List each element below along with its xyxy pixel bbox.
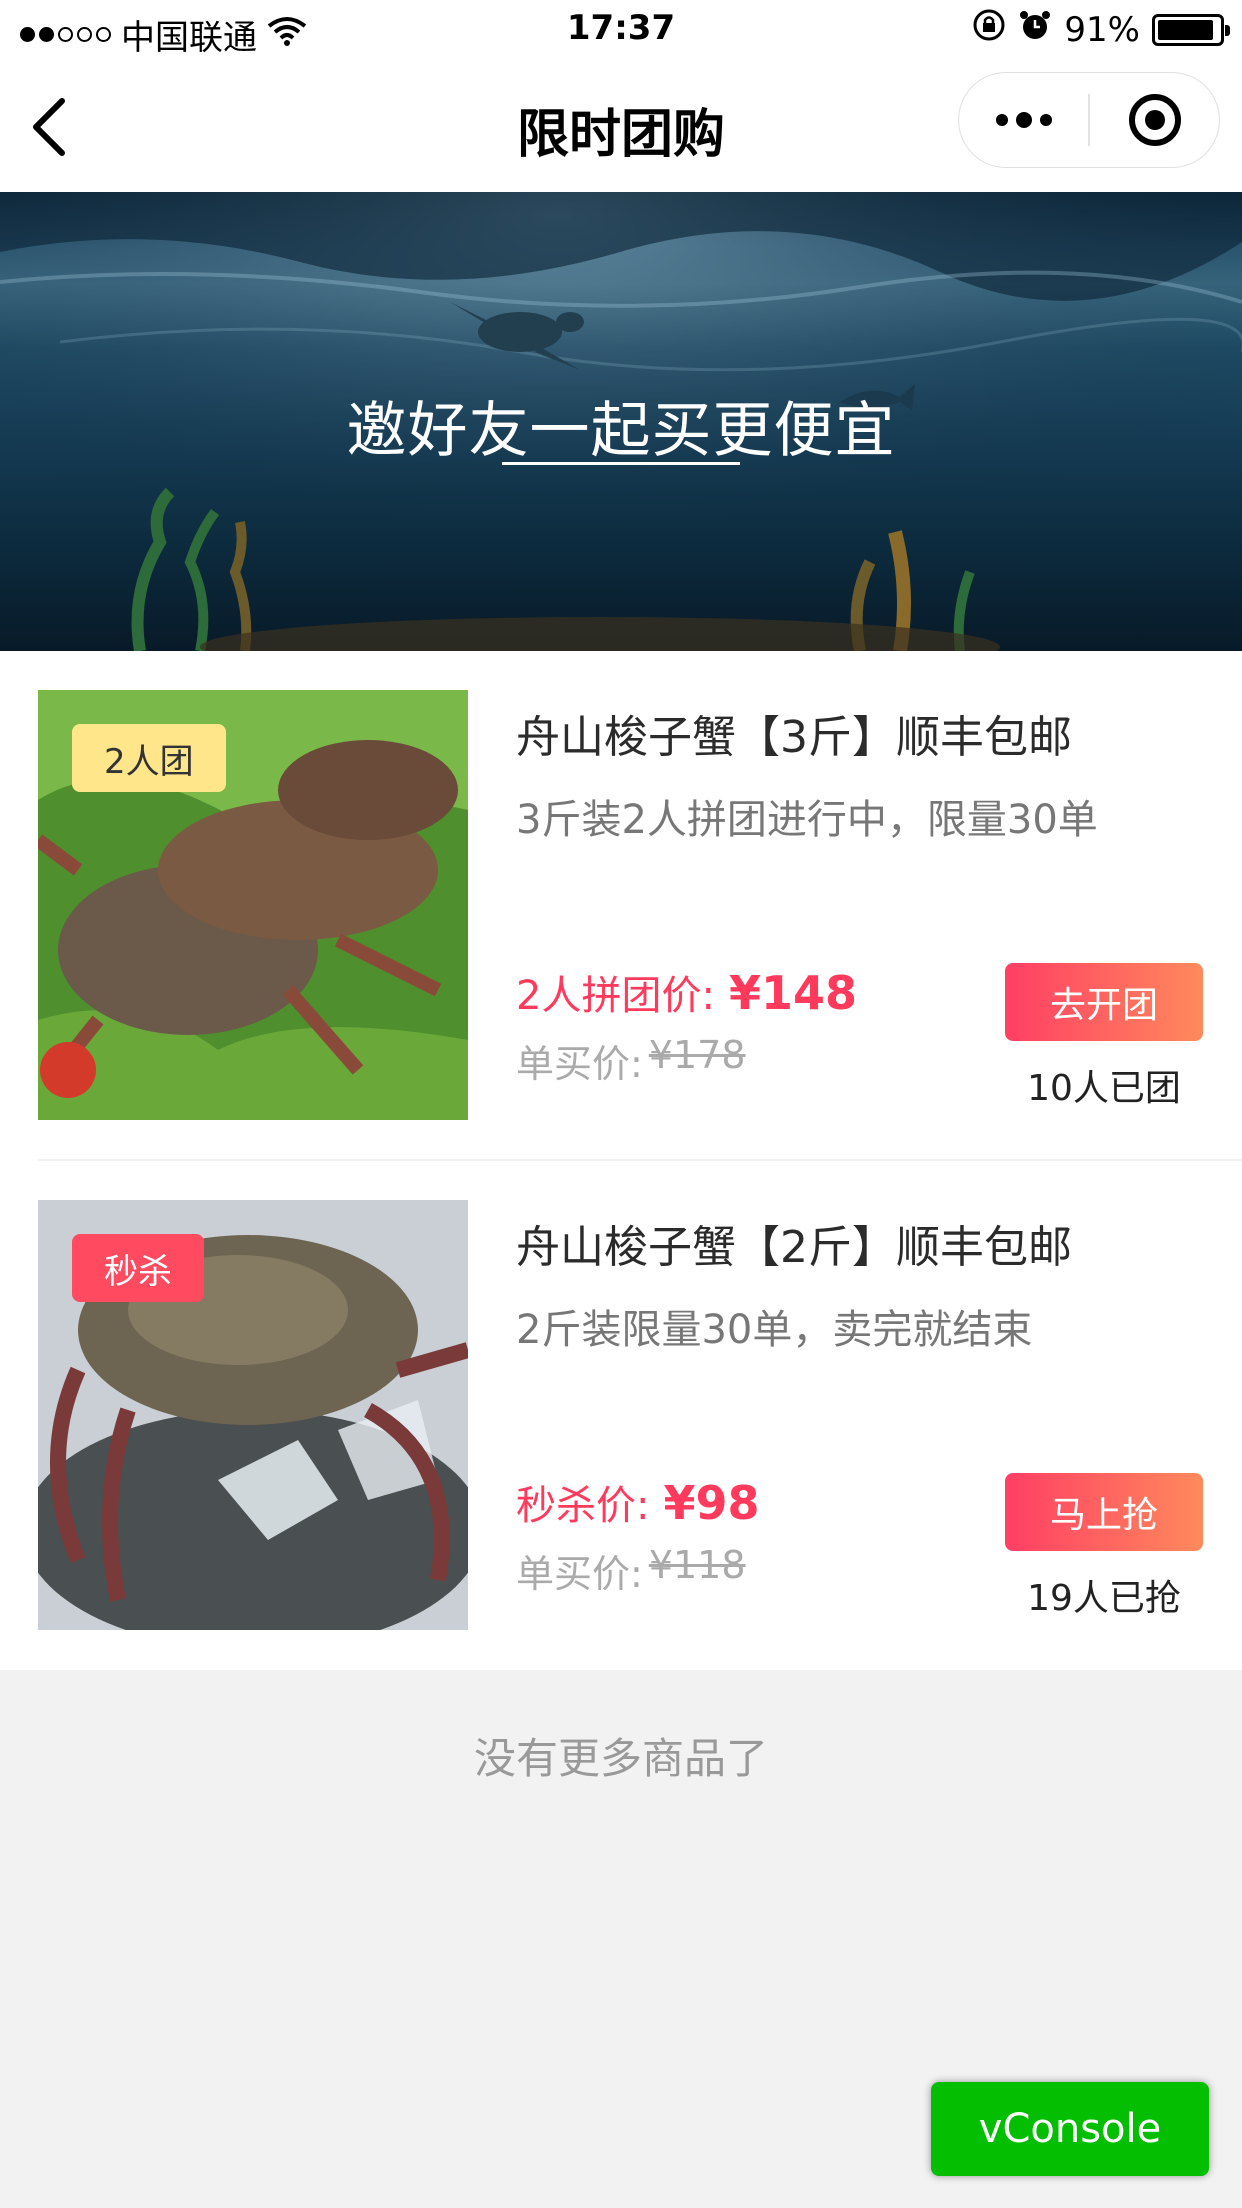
group-badge: 2人团 (72, 724, 226, 792)
flash-sale-badge: 秒杀 (72, 1234, 204, 1302)
mini-program-capsule (958, 72, 1220, 168)
price-value: ¥98 (663, 1476, 760, 1530)
original-price: 单买价: ¥118 (516, 1543, 746, 1598)
product-description: 2斤装限量30单，卖完就结束 (516, 1307, 1033, 1353)
vconsole-button[interactable]: vConsole (931, 2082, 1209, 2176)
orig-price-value: ¥178 (648, 1033, 746, 1077)
target-circle-icon (1128, 94, 1181, 146)
product-card[interactable]: 秒杀 舟山梭子蟹【2斤】顺丰包邮 2斤装限量30单，卖完就结束 秒杀价: ¥98… (0, 1161, 1242, 1671)
orig-price-label: 单买价: (516, 1552, 643, 1596)
product-list: 2人团 舟山梭子蟹【3斤】顺丰包邮 3斤装2人拼团进行中，限量30单 2人拼团价… (0, 651, 1242, 1670)
price-label: 2人拼团价: (516, 973, 715, 1019)
orientation-lock-icon (972, 8, 1006, 51)
battery-icon (1152, 13, 1230, 46)
alarm-icon (1018, 8, 1052, 51)
product-description: 3斤装2人拼团进行中，限量30单 (516, 797, 1098, 843)
promo-banner[interactable]: 邀好友一起买更便宜 (0, 192, 1242, 651)
group-price: 2人拼团价: ¥148 (516, 963, 857, 1021)
original-price: 单买价: ¥178 (516, 1033, 746, 1088)
orig-price-label: 单买价: (516, 1042, 643, 1086)
price-value: ¥148 (728, 966, 857, 1020)
price-label: 秒杀价: (516, 1483, 650, 1529)
product-image[interactable]: 秒杀 (38, 1200, 468, 1630)
flash-price: 秒杀价: ¥98 (516, 1473, 760, 1531)
battery-percent: 91% (1064, 9, 1140, 50)
product-title[interactable]: 舟山梭子蟹【3斤】顺丰包邮 (516, 701, 1072, 765)
product-image[interactable]: 2人团 (38, 690, 468, 1120)
close-program-button[interactable] (1090, 73, 1219, 167)
status-bar: 中国联通 17:37 91% (0, 0, 1242, 62)
more-dots-icon (995, 112, 1052, 128)
bought-count: 19人已抢 (1027, 1578, 1181, 1619)
status-right-group: 91% (972, 8, 1230, 51)
nav-bar: 限时团购 (0, 62, 1242, 192)
end-of-list-text: 没有更多商品了 (473, 1734, 768, 1783)
orig-price-value: ¥118 (648, 1543, 746, 1587)
joined-count: 10人已团 (1027, 1068, 1181, 1109)
buy-now-button[interactable]: 马上抢 (1005, 1473, 1203, 1551)
open-group-button[interactable]: 去开团 (1005, 963, 1203, 1041)
product-title[interactable]: 舟山梭子蟹【2斤】顺丰包邮 (516, 1211, 1072, 1275)
banner-underline (502, 462, 740, 465)
more-button[interactable] (959, 73, 1088, 167)
product-card[interactable]: 2人团 舟山梭子蟹【3斤】顺丰包邮 3斤装2人拼团进行中，限量30单 2人拼团价… (0, 651, 1242, 1161)
banner-slogan: 邀好友一起买更便宜 (346, 396, 896, 466)
